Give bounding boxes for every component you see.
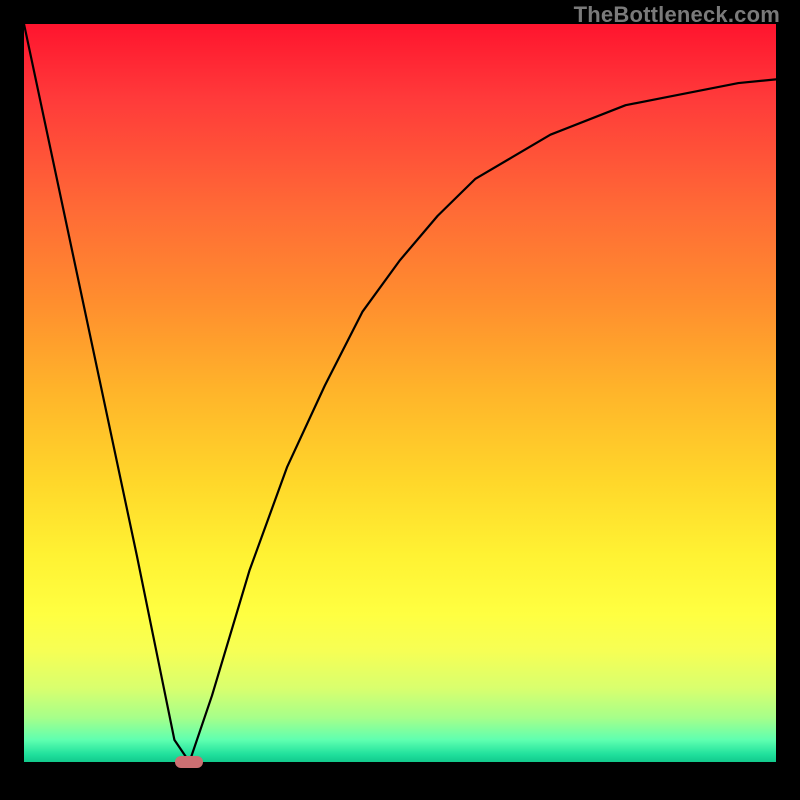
chart-frame: TheBottleneck.com	[0, 0, 800, 800]
optimal-marker	[175, 756, 203, 768]
bottleneck-curve	[24, 24, 776, 762]
plot-area	[24, 24, 776, 762]
curve-layer	[24, 24, 776, 762]
